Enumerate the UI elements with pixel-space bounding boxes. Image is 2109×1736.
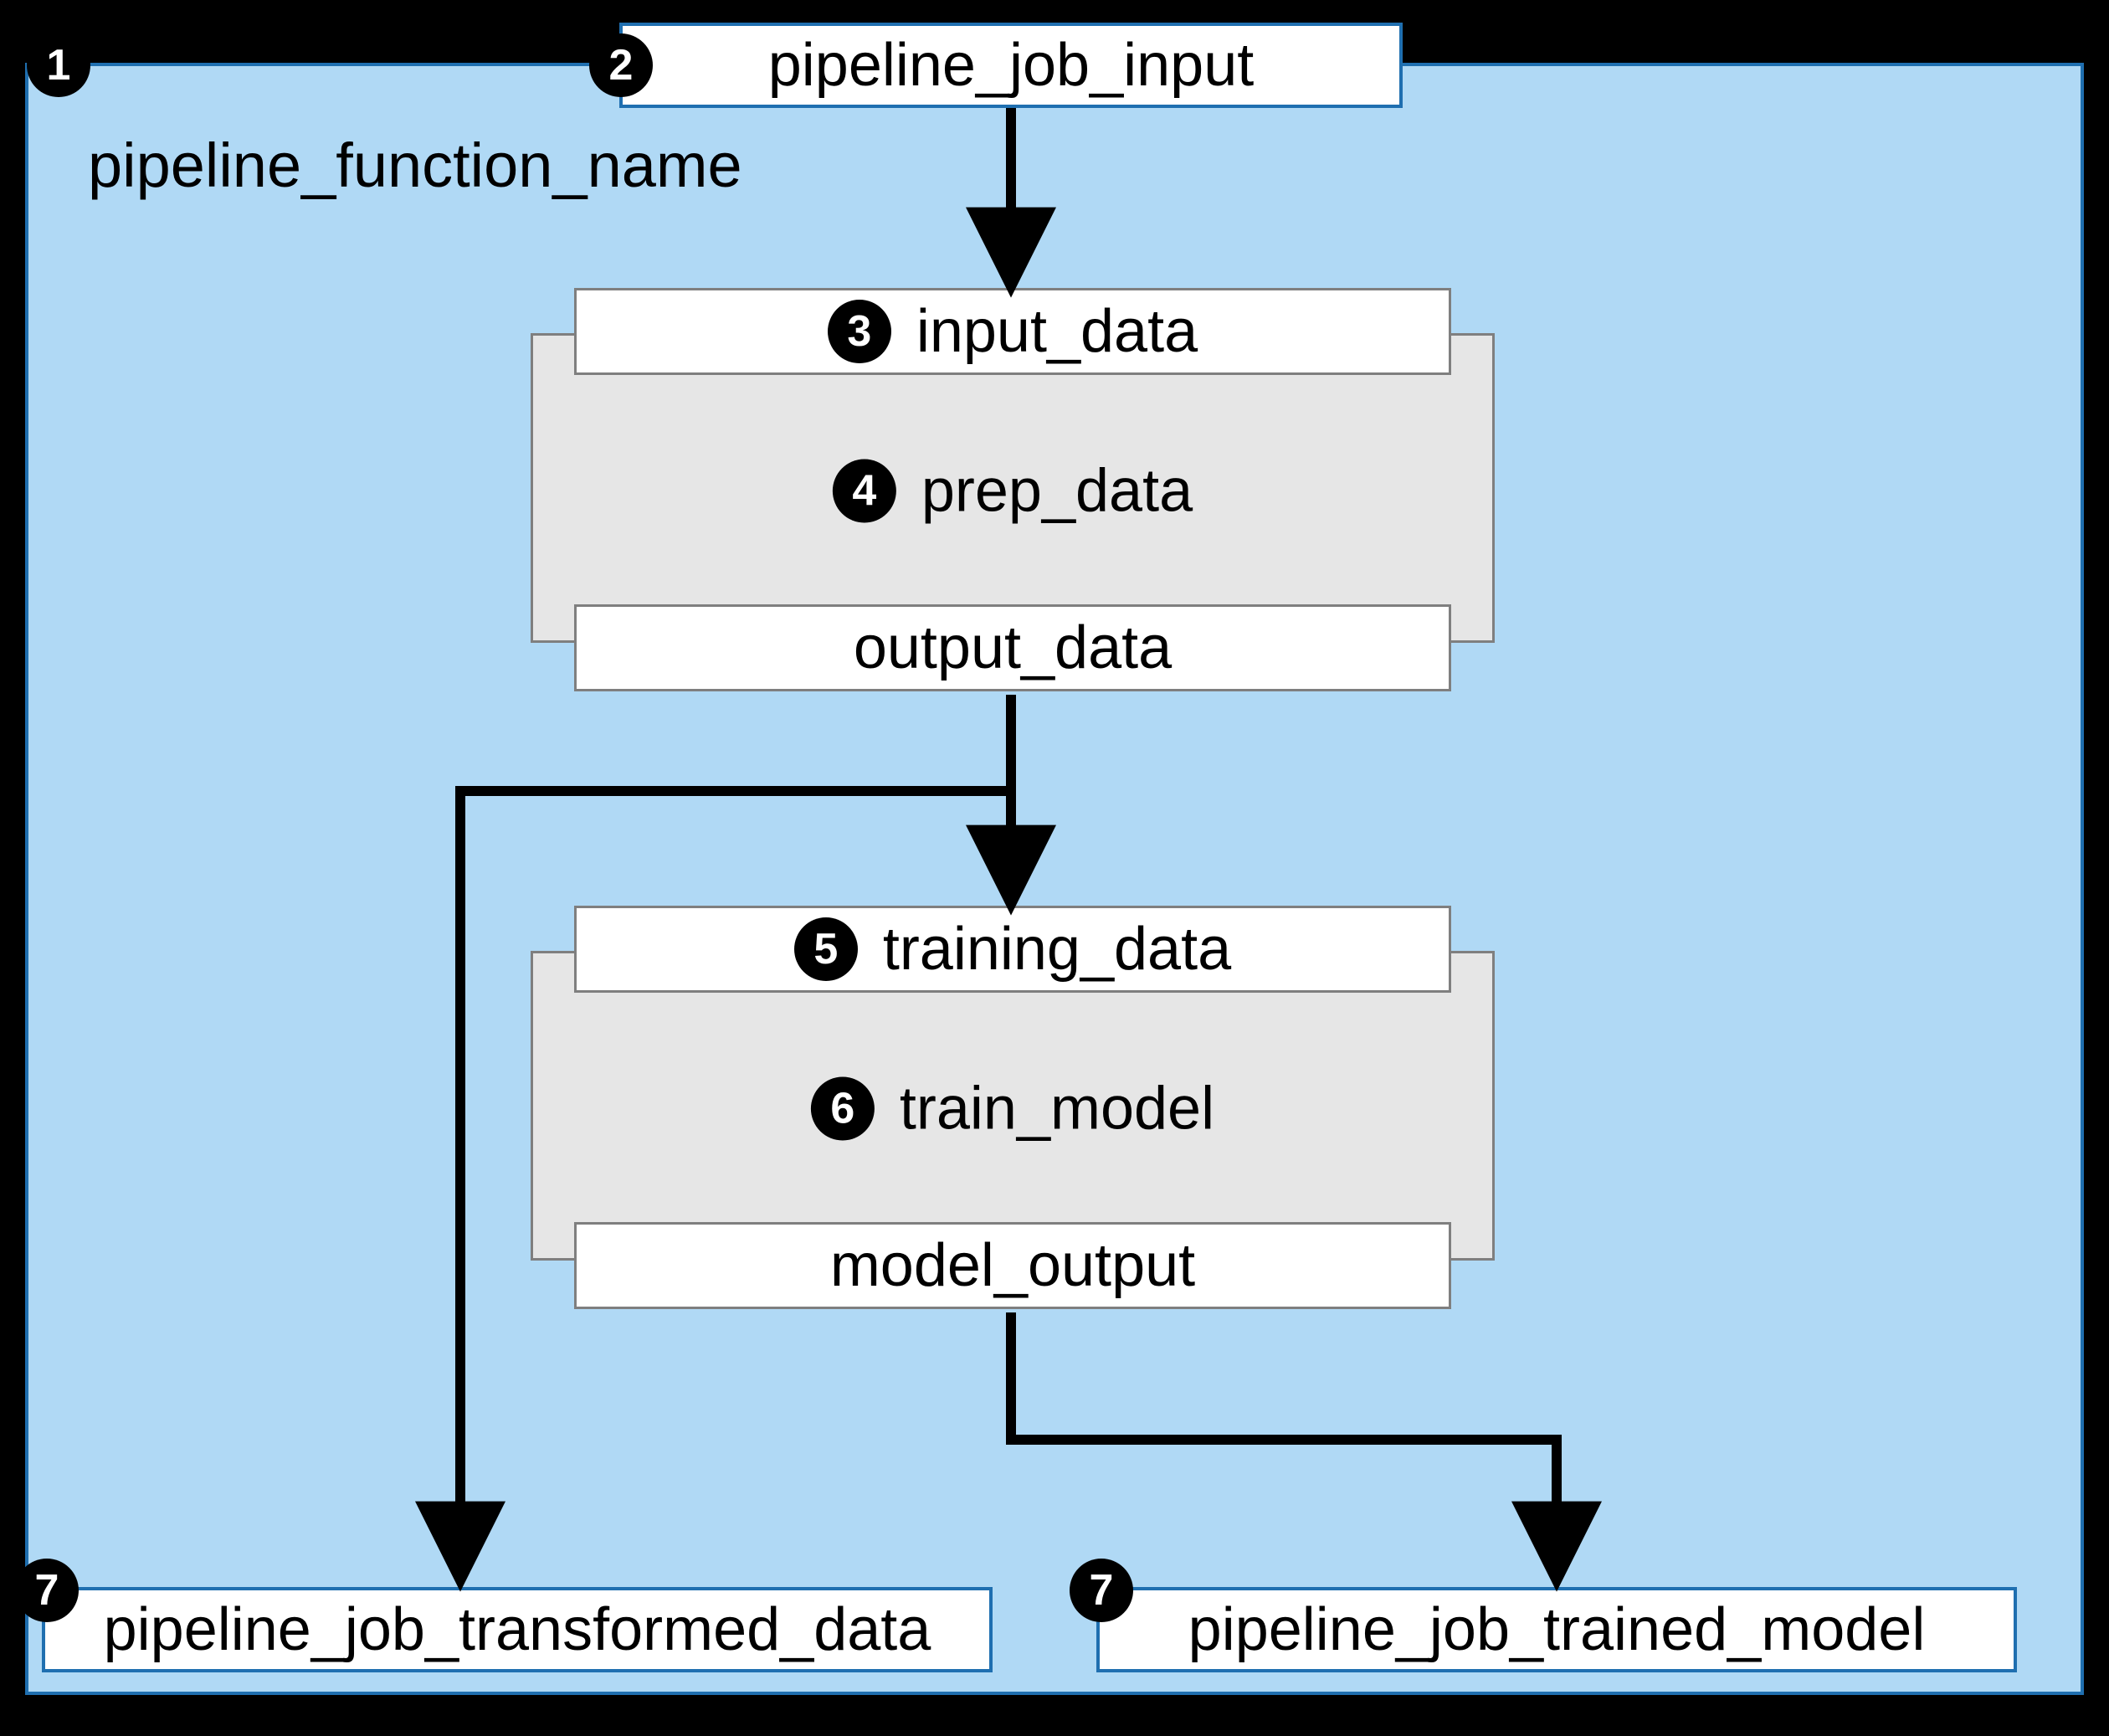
train-input-slot: 5 training_data <box>574 906 1451 993</box>
pipeline-job-input-box: pipeline_job_input <box>619 23 1403 108</box>
badge-3: 3 <box>828 300 891 363</box>
pipeline-function-name: pipeline_function_name <box>88 130 742 201</box>
badge-4: 4 <box>833 460 896 523</box>
badge-6: 6 <box>811 1077 875 1141</box>
prep-input-slot: 3 input_data <box>574 288 1451 375</box>
train-model-component: 6 train_model <box>531 951 1495 1261</box>
train-model-label: 6 train_model <box>811 1069 1214 1143</box>
prep-output-label: output_data <box>854 614 1172 682</box>
train-output-label: model_output <box>830 1231 1195 1300</box>
badge-5: 5 <box>794 917 858 981</box>
prep-data-name: prep_data <box>921 457 1193 526</box>
prep-input-label: input_data <box>916 297 1198 366</box>
badge-7b: 7 <box>1070 1559 1133 1622</box>
pipeline-job-transformed-data-box: pipeline_job_transformed_data <box>42 1587 993 1672</box>
pipeline-job-trained-model-box: pipeline_job_trained_model <box>1096 1587 2017 1672</box>
prep-output-slot: output_data <box>574 604 1451 691</box>
train-input-label: training_data <box>883 915 1231 984</box>
train-output-slot: model_output <box>574 1222 1451 1309</box>
badge-1: 1 <box>27 33 90 97</box>
train-model-name: train_model <box>900 1075 1214 1143</box>
badge-7a: 7 <box>15 1559 79 1622</box>
prep-data-label: 4 prep_data <box>833 451 1193 526</box>
prep-data-component: 4 prep_data <box>531 333 1495 643</box>
badge-2: 2 <box>589 33 653 97</box>
